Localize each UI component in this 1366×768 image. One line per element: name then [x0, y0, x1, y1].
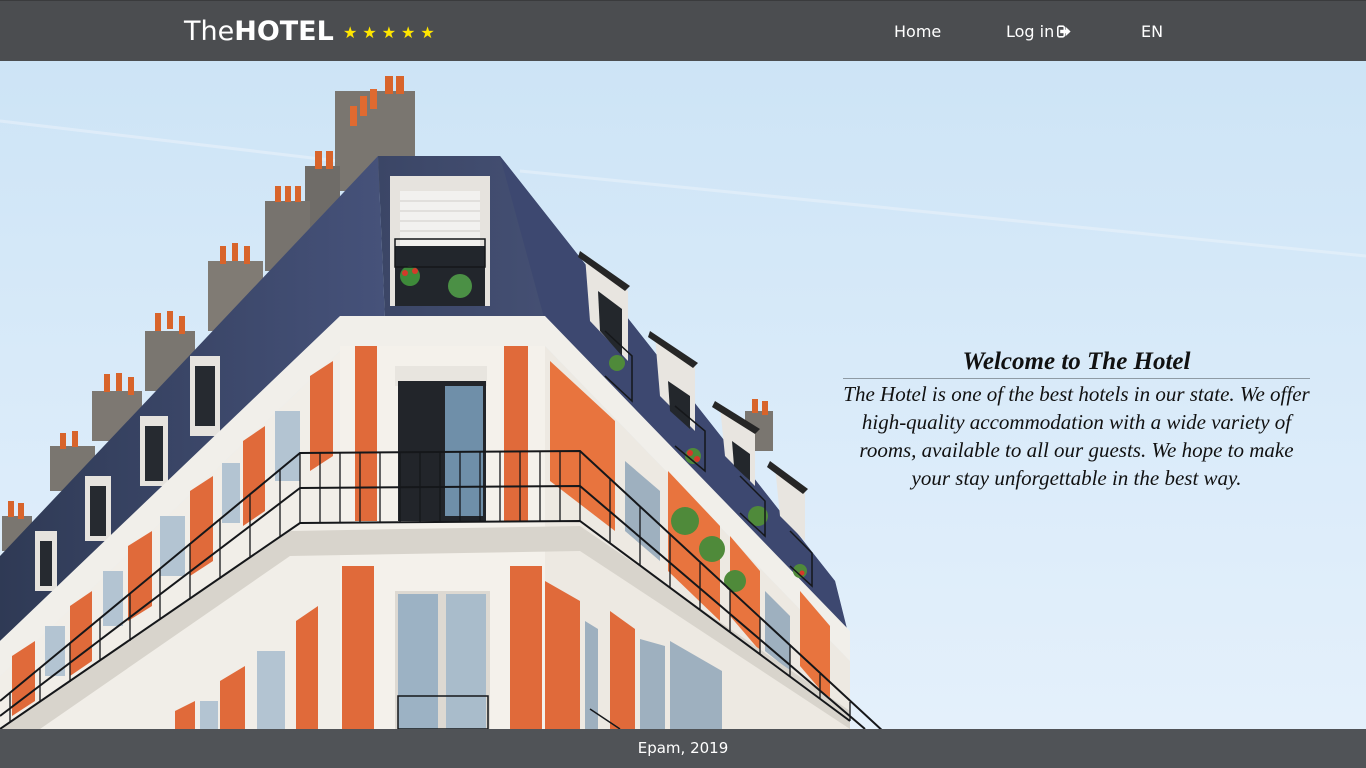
- nav-login-label: Log in: [1006, 22, 1055, 41]
- footer-text: Epam, 2019: [637, 739, 729, 757]
- top-navbar: TheHOTEL ★★★★★ Home Log in EN: [0, 0, 1366, 61]
- brand-strong: HOTEL: [234, 16, 334, 47]
- welcome-panel: Welcome to The Hotel The Hotel is one of…: [843, 347, 1310, 492]
- brand-prefix: The: [184, 16, 235, 47]
- nav-login-link[interactable]: Log in: [1006, 22, 1071, 43]
- language-switcher[interactable]: EN: [1141, 22, 1163, 42]
- rating-stars: ★★★★★: [343, 23, 440, 42]
- brand-logo[interactable]: TheHOTEL: [184, 15, 334, 49]
- welcome-text: The Hotel is one of the best hotels in o…: [843, 382, 1310, 490]
- page-footer: Epam, 2019: [0, 729, 1366, 768]
- sign-in-icon: [1057, 23, 1071, 43]
- welcome-title: Welcome to The Hotel: [843, 347, 1310, 379]
- nav-home-link[interactable]: Home: [894, 22, 941, 42]
- hero-section: Welcome to The Hotel The Hotel is one of…: [0, 61, 1366, 729]
